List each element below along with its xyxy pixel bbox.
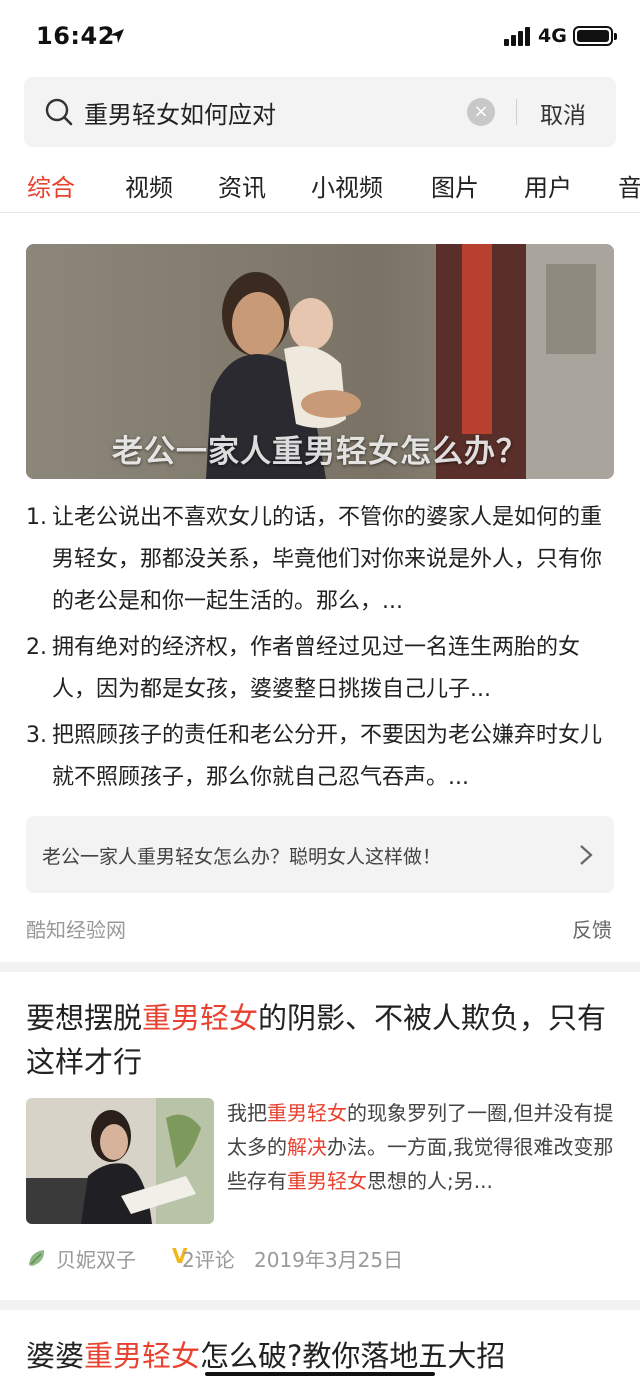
photo-woman-reading [26, 1098, 214, 1224]
search-divider [516, 99, 517, 125]
result-snippet: 我把重男轻女的现象罗列了一圈,但并没有提太多的解决办法。一方面,我觉得很难改变那… [227, 1101, 614, 1193]
source-name[interactable]: 酷知经验网 [26, 914, 126, 943]
tab-all[interactable]: 综合 [27, 168, 75, 203]
tabs-divider [0, 212, 640, 213]
result-title[interactable]: 要想摆脱重男轻女的阴影、不被人欺负，只有这样才行 [26, 996, 616, 1084]
network-type: 4G [538, 25, 567, 47]
feedback-button[interactable]: 反馈 [572, 914, 612, 943]
avatar[interactable] [26, 1247, 48, 1269]
category-tabs: 综合 视频 资讯 小视频 图片 用户 音 [0, 160, 640, 210]
search-icon [45, 98, 73, 126]
cellular-signal-icon [504, 26, 532, 46]
tips-list: 1. 让老公说出不喜欢女儿的话，不管你的婆家人是如何的重男轻女，那都没关系，毕竟… [26, 497, 616, 803]
result-thumbnail[interactable] [26, 1098, 214, 1224]
search-bar[interactable]: 重男轻女如何应对 × 取消 [24, 77, 616, 147]
author-name[interactable]: 贝妮双子 [56, 1244, 136, 1273]
result-image[interactable]: 老公一家人重男轻女怎么办？ [26, 244, 614, 479]
tab-short-video[interactable]: 小视频 [311, 168, 383, 203]
list-item[interactable]: 1. 让老公说出不喜欢女儿的话，不管你的婆家人是如何的重男轻女，那都没关系，毕竟… [26, 497, 616, 623]
comment-count[interactable]: 2评论 [182, 1244, 235, 1273]
scroll-indicator [205, 1372, 435, 1376]
list-item[interactable]: 3. 把照顾孩子的责任和老公分开，不要因为老公嫌弃时女儿就不照顾孩子，那么你就自… [26, 715, 616, 799]
cancel-button[interactable]: 取消 [540, 96, 586, 130]
image-caption: 老公一家人重男轻女怎么办？ [112, 434, 528, 470]
tab-users[interactable]: 用户 [524, 168, 572, 203]
section-divider [0, 1300, 640, 1310]
source-row: 酷知经验网 反馈 [26, 914, 614, 944]
related-article-link[interactable]: 老公一家人重男轻女怎么办？聪明女人这样做！ [26, 816, 614, 893]
battery-icon [573, 26, 617, 46]
tab-news[interactable]: 资讯 [218, 168, 266, 203]
search-input[interactable]: 重男轻女如何应对 [84, 95, 276, 130]
section-divider [0, 962, 640, 972]
tab-video[interactable]: 视频 [125, 168, 173, 203]
list-item[interactable]: 2. 拥有绝对的经济权，作者曾经过见过一名连生两胎的女人，因为都是女孩，婆婆整日… [26, 627, 616, 711]
status-bar: 16:42 4G [0, 0, 640, 70]
tab-images[interactable]: 图片 [431, 168, 479, 203]
chevron-right-icon [580, 845, 593, 865]
tab-music[interactable]: 音 [618, 168, 640, 203]
publish-date: 2019年3月25日 [254, 1248, 404, 1272]
clear-icon[interactable]: × [467, 98, 495, 126]
status-time: 16:42 [36, 22, 115, 50]
result-meta: 贝妮双子 V 2评论 2019年3月25日 [26, 1244, 616, 1274]
related-article-title: 老公一家人重男轻女怎么办？聪明女人这样做！ [42, 846, 442, 868]
location-arrow-icon [110, 29, 124, 43]
